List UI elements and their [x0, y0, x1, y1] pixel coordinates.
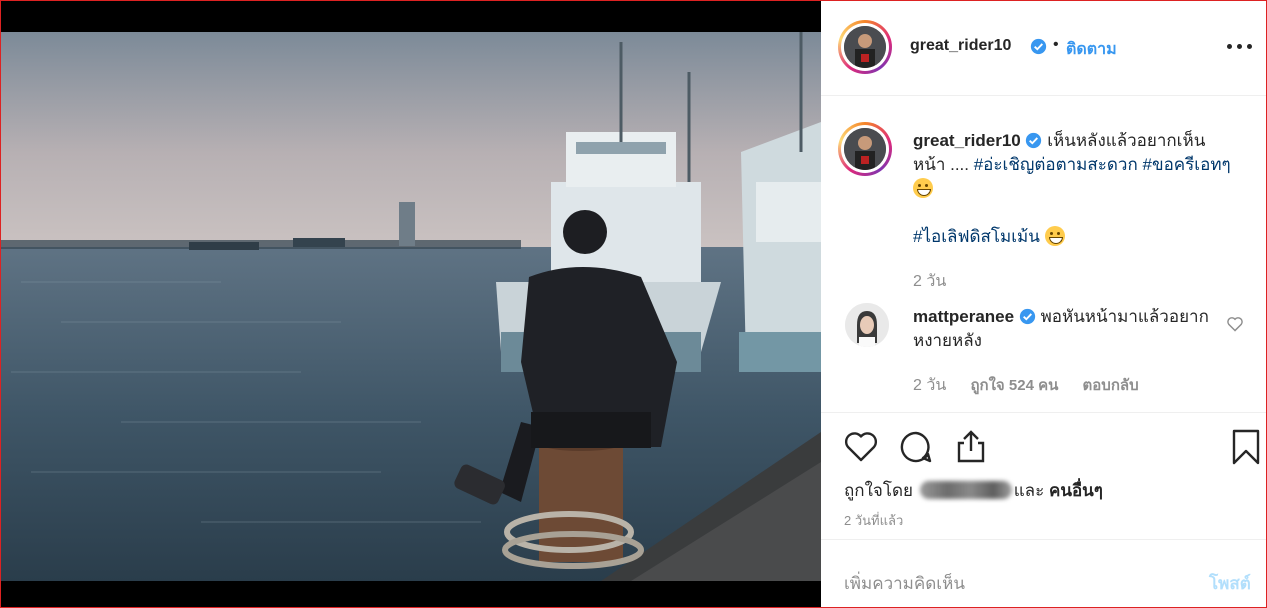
- post-actions: ถูกใจโดย และ คนอื่นๆ 2 วันที่แล้ว: [821, 412, 1266, 540]
- hashtag-link[interactable]: #อ่ะเชิญต่อตามสะดวก: [974, 155, 1138, 174]
- caption-timestamp[interactable]: 2 วัน: [913, 269, 946, 294]
- liked-by-line: ถูกใจโดย และ คนอื่นๆ: [844, 477, 1103, 504]
- grinning-emoji-icon: [913, 178, 933, 198]
- reply-comment: mattperanee พอหันหน้ามาแล้วอยากหงายหลัง: [913, 305, 1213, 353]
- post-media[interactable]: [1, 1, 821, 607]
- save-bookmark-icon[interactable]: [1228, 429, 1264, 465]
- commenter-avatar[interactable]: [845, 303, 889, 347]
- post-side-panel: great_rider10 • ติดตาม great_rider10 เห็…: [821, 1, 1266, 607]
- blurred-username[interactable]: [919, 481, 1012, 499]
- reply-timestamp[interactable]: 2 วัน: [913, 377, 946, 394]
- reply-button[interactable]: ตอบกลับ: [1083, 377, 1139, 394]
- like-heart-icon[interactable]: [843, 429, 879, 465]
- liked-by-prefix: ถูกใจโดย: [844, 481, 913, 500]
- hashtag-link[interactable]: #ไอเลิฟดิสโมเม้น: [913, 227, 1040, 246]
- verified-badge-icon: [1026, 132, 1042, 149]
- add-comment-form: เพิ่มความคิดเห็น โพสต์: [821, 541, 1266, 607]
- comment-bubble-icon[interactable]: [898, 429, 934, 465]
- verified-badge-icon: [1030, 38, 1047, 55]
- others-link[interactable]: คนอื่นๆ: [1049, 481, 1103, 500]
- separator-dot: •: [1053, 36, 1059, 53]
- more-options-icon[interactable]: [1225, 34, 1255, 58]
- reply-meta: 2 วัน ถูกใจ 524 คน ตอบกลับ: [913, 373, 1159, 398]
- post-header: great_rider10 • ติดตาม: [821, 1, 1266, 96]
- post-comment-button[interactable]: โพสต์: [1209, 570, 1251, 597]
- commenter-username-link[interactable]: mattperanee: [913, 307, 1014, 326]
- verified-badge-icon: [1019, 308, 1035, 325]
- author-avatar[interactable]: [838, 20, 892, 74]
- comment-input[interactable]: เพิ่มความคิดเห็น: [844, 570, 965, 597]
- author-username-link[interactable]: great_rider10: [910, 37, 1011, 55]
- comment-like-heart-icon[interactable]: [1226, 316, 1244, 332]
- share-icon[interactable]: [953, 429, 989, 465]
- hashtag-link[interactable]: #ขอครีเอทๆ: [1143, 155, 1231, 174]
- post-photo[interactable]: [1, 32, 821, 581]
- caption-text: great_rider10 เห็นหลังแล้วอยากเห็นหน้า .…: [913, 129, 1233, 249]
- hugging-emoji-icon: [1044, 226, 1065, 246]
- post-time-ago[interactable]: 2 วันที่แล้ว: [844, 510, 903, 531]
- comments-section[interactable]: great_rider10 เห็นหลังแล้วอยากเห็นหน้า .…: [821, 97, 1266, 411]
- follow-button[interactable]: ติดตาม: [1066, 37, 1117, 62]
- reply-likes-count[interactable]: ถูกใจ 524 คน: [970, 377, 1058, 394]
- liked-by-and: และ: [1013, 481, 1045, 500]
- caption-author-avatar[interactable]: [838, 122, 892, 176]
- caption-username-link[interactable]: great_rider10: [913, 131, 1021, 150]
